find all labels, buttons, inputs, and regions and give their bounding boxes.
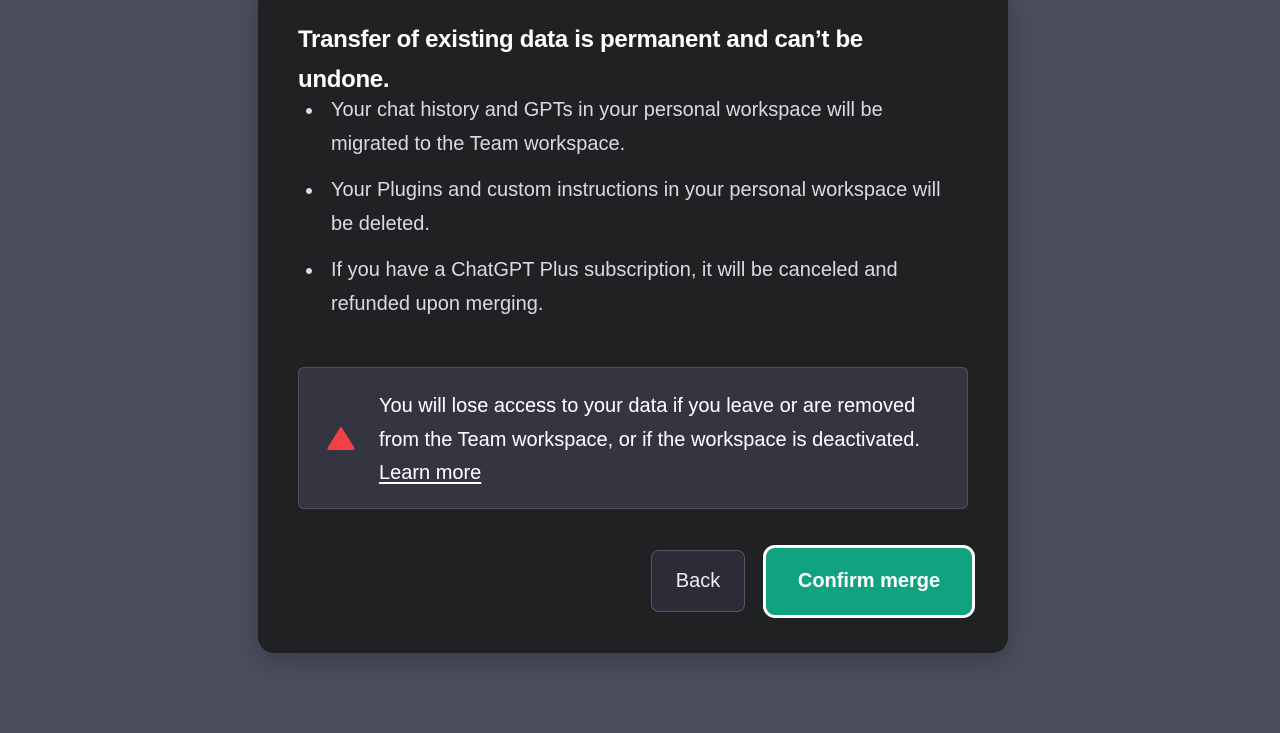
list-item-text: Your chat history and GPTs in your perso… xyxy=(331,99,883,155)
list-item-text: Your Plugins and custom instructions in … xyxy=(331,179,941,235)
warning-text: You will lose access to your data if you… xyxy=(379,395,920,451)
consequences-list: Your chat history and GPTs in your perso… xyxy=(298,94,958,334)
back-button[interactable]: Back xyxy=(651,550,745,612)
warning-triangle-icon xyxy=(327,427,355,450)
warning-message: You will lose access to your data if you… xyxy=(379,390,939,491)
confirm-merge-button[interactable]: Confirm merge xyxy=(763,545,975,618)
list-item: Your Plugins and custom instructions in … xyxy=(298,174,958,241)
dialog-heading: Transfer of existing data is permanent a… xyxy=(298,26,863,93)
bullet-dot xyxy=(306,268,312,274)
warning-callout: You will lose access to your data if you… xyxy=(298,367,968,509)
learn-more-link[interactable]: Learn more xyxy=(379,462,481,484)
list-item-text: If you have a ChatGPT Plus subscription,… xyxy=(331,259,898,315)
merge-confirmation-dialog: Transfer of existing data is permanent a… xyxy=(258,0,1008,653)
list-item: Your chat history and GPTs in your perso… xyxy=(298,94,958,161)
list-item: If you have a ChatGPT Plus subscription,… xyxy=(298,254,958,321)
bullet-dot xyxy=(306,188,312,194)
bullet-dot xyxy=(306,108,312,114)
